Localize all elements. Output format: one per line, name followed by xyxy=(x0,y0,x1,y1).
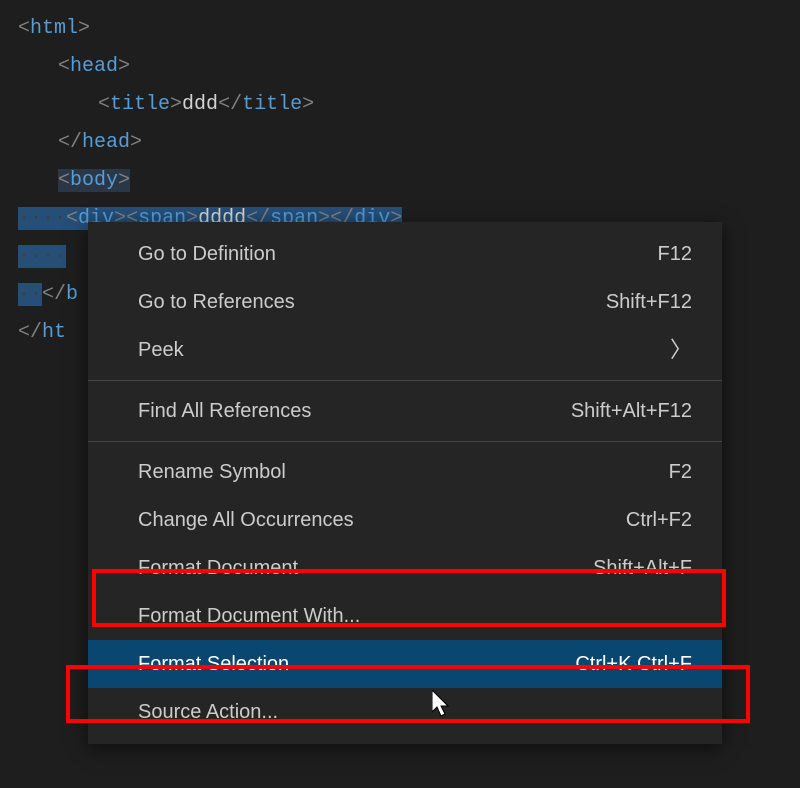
menu-item-label: Change All Occurrences xyxy=(138,506,606,534)
menu-item-label: Rename Symbol xyxy=(138,458,649,486)
code-line: <title>ddd</title> xyxy=(18,86,800,124)
menu-find-all-references[interactable]: Find All References Shift+Alt+F12 xyxy=(88,387,722,435)
code-line: <html> xyxy=(18,10,800,48)
chevron-right-icon: 〉 xyxy=(670,336,692,364)
menu-go-to-references[interactable]: Go to References Shift+F12 xyxy=(88,278,722,326)
menu-format-document[interactable]: Format Document Shift+Alt+F xyxy=(88,544,722,592)
menu-item-shortcut: Ctrl+K Ctrl+F xyxy=(555,650,692,678)
menu-item-label: Go to References xyxy=(138,288,586,316)
menu-item-shortcut: Ctrl+F2 xyxy=(606,506,692,534)
menu-separator xyxy=(88,380,722,381)
menu-peek[interactable]: Peek 〉 xyxy=(88,326,722,374)
menu-change-all-occurrences[interactable]: Change All Occurrences Ctrl+F2 xyxy=(88,496,722,544)
menu-item-label: Source Action... xyxy=(138,698,672,726)
menu-item-label: Format Selection xyxy=(138,650,555,678)
menu-item-shortcut: F12 xyxy=(638,240,692,268)
menu-source-action[interactable]: Source Action... xyxy=(88,688,722,736)
menu-item-label: Format Document xyxy=(138,554,573,582)
menu-format-document-with[interactable]: Format Document With... xyxy=(88,592,722,640)
menu-item-label: Find All References xyxy=(138,397,551,425)
menu-item-label: Format Document With... xyxy=(138,602,672,630)
code-line: </head> xyxy=(18,124,800,162)
menu-item-label: Peek xyxy=(138,336,670,364)
menu-item-shortcut: Shift+F12 xyxy=(586,288,692,316)
menu-rename-symbol[interactable]: Rename Symbol F2 xyxy=(88,448,722,496)
menu-item-shortcut: Shift+Alt+F xyxy=(573,554,692,582)
context-menu: Go to Definition F12 Go to References Sh… xyxy=(88,222,722,744)
code-line: <body> xyxy=(18,162,800,200)
menu-item-shortcut: F2 xyxy=(649,458,692,486)
menu-go-to-definition[interactable]: Go to Definition F12 xyxy=(88,230,722,278)
menu-format-selection[interactable]: Format Selection Ctrl+K Ctrl+F xyxy=(88,640,722,688)
menu-separator xyxy=(88,441,722,442)
code-line: <head> xyxy=(18,48,800,86)
menu-item-shortcut: Shift+Alt+F12 xyxy=(551,397,692,425)
menu-item-label: Go to Definition xyxy=(138,240,638,268)
